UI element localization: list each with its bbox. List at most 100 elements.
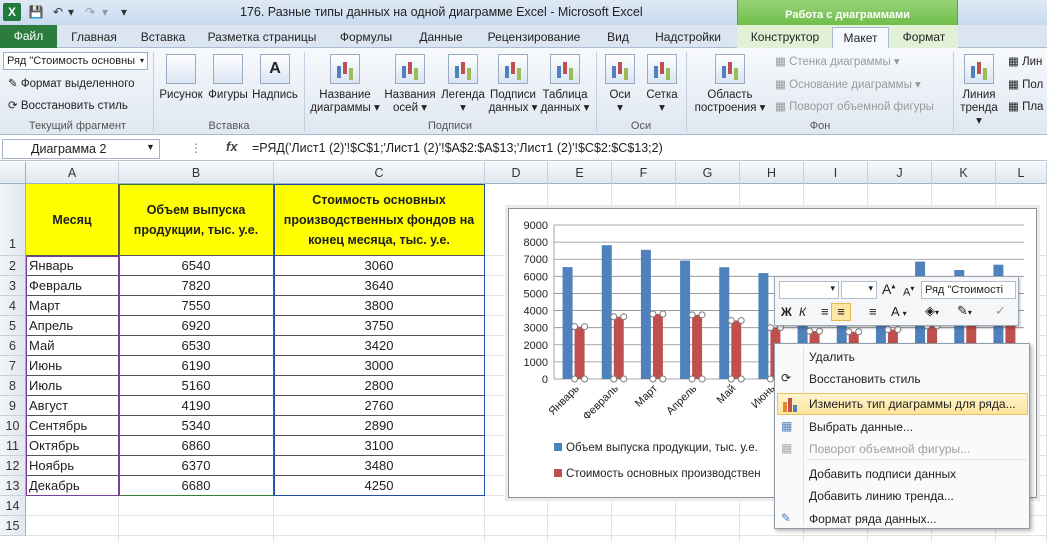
table-cell[interactable]: 6540 (119, 256, 274, 276)
data-table-button[interactable]: Таблица данных ▾ (538, 54, 592, 115)
outline-color-icon[interactable]: ✎▾ (957, 303, 972, 319)
table-cell[interactable]: Май (26, 336, 119, 356)
table-cell[interactable]: 7820 (119, 276, 274, 296)
menu-item-select-data[interactable]: Выбрать данные... (809, 420, 913, 434)
axes-button[interactable]: Оси ▾ (600, 54, 640, 115)
tab-formulas[interactable]: Формулы (330, 27, 402, 48)
chart-element-select[interactable]: Ряд "Стоимості (921, 281, 1016, 299)
fill-color-icon[interactable]: ◈▾ (925, 303, 939, 319)
table-cell[interactable]: 6190 (119, 356, 274, 376)
menu-item-format-data-series[interactable]: Формат ряда данных... (809, 512, 937, 526)
bar-series-1[interactable] (719, 267, 730, 379)
table-cell[interactable]: Январь (26, 256, 119, 276)
tab-file[interactable]: Файл (0, 25, 57, 48)
table-cell[interactable]: Сентябрь (26, 416, 119, 436)
bar-series-1[interactable] (601, 245, 612, 379)
textbox-button[interactable]: A Надпись (250, 54, 300, 102)
column-header[interactable]: L (996, 162, 1047, 184)
table-cell[interactable]: 6860 (119, 436, 274, 456)
menu-item-change-series-chart-type[interactable]: Изменить тип диаграммы для ряда... (809, 397, 1016, 411)
chart-title-button[interactable]: Название диаграммы ▾ (308, 54, 382, 115)
table-cell[interactable]: 3420 (274, 336, 485, 356)
column-header[interactable]: D (485, 162, 548, 184)
grow-font-button[interactable]: A▴ (882, 281, 895, 297)
table-cell[interactable]: 5340 (119, 416, 274, 436)
undo-dropdown-icon[interactable]: ▾ (63, 4, 79, 20)
header-output-volume[interactable]: Объем выпуска продукции, тыс. у.е. (119, 184, 274, 256)
plot-area-button[interactable]: Область построения ▾ (690, 54, 770, 115)
table-cell[interactable]: 2800 (274, 376, 485, 396)
table-cell[interactable]: Апрель (26, 316, 119, 336)
table-cell[interactable]: 3750 (274, 316, 485, 336)
column-header[interactable]: B (119, 162, 274, 184)
table-cell[interactable]: 4190 (119, 396, 274, 416)
tab-design[interactable]: Конструктор (742, 27, 828, 48)
table-cell[interactable]: 6680 (119, 476, 274, 496)
row-header[interactable]: 12 (0, 456, 26, 476)
row-header[interactable]: 5 (0, 316, 26, 336)
menu-item-delete[interactable]: Удалить (809, 350, 855, 364)
bar-series-1[interactable] (640, 249, 651, 379)
table-cell[interactable]: Октябрь (26, 436, 119, 456)
column-header[interactable]: C (274, 162, 485, 184)
tab-home[interactable]: Главная (63, 27, 125, 48)
row-header[interactable]: 11 (0, 436, 26, 456)
table-cell[interactable]: Август (26, 396, 119, 416)
picture-button[interactable]: Рисунок (158, 54, 204, 102)
row-header[interactable]: 9 (0, 396, 26, 416)
header-fixed-assets-cost[interactable]: Стоимость основных производственных фонд… (274, 184, 485, 256)
table-cell[interactable]: 3800 (274, 296, 485, 316)
chart-wall-button[interactable]: ▦ Стенка диаграммы ▾ (775, 54, 900, 68)
table-cell[interactable]: Ноябрь (26, 456, 119, 476)
tab-addins[interactable]: Надстройки (646, 27, 730, 48)
font-color-button[interactable]: A ▾ (891, 304, 907, 319)
table-cell[interactable]: Декабрь (26, 476, 119, 496)
bold-button[interactable]: Ж (781, 305, 792, 319)
row-header[interactable]: 15 (0, 516, 26, 536)
column-header[interactable]: J (868, 162, 932, 184)
table-cell[interactable]: 3060 (274, 256, 485, 276)
chevron-down-icon[interactable]: ▼ (146, 142, 155, 152)
bar-series-1[interactable] (680, 260, 691, 379)
bar-series-2[interactable] (574, 326, 585, 379)
redo-icon[interactable]: ↷ (82, 4, 98, 20)
row-header[interactable]: 3 (0, 276, 26, 296)
menu-item-add-data-labels[interactable]: Добавить подписи данных (809, 467, 956, 481)
formula-input[interactable]: =РЯД('Лист1 (2)'!$C$1;'Лист1 (2)'!$A$2:$… (252, 141, 663, 155)
tab-data[interactable]: Данные (408, 27, 474, 48)
table-cell[interactable]: 4250 (274, 476, 485, 496)
menu-item-reset-style[interactable]: Восстановить стиль (809, 372, 921, 386)
row-header[interactable]: 8 (0, 376, 26, 396)
tab-format[interactable]: Формат (893, 27, 955, 48)
table-cell[interactable]: 6920 (119, 316, 274, 336)
bar-series-2[interactable] (652, 313, 663, 379)
menu-item-3d-rotation[interactable]: Поворот объемной фигуры... (809, 442, 970, 456)
chart-elements-select[interactable]: Ряд "Стоимость основны (3, 52, 148, 70)
customize-qat-icon[interactable]: ▾ (116, 4, 132, 20)
table-cell[interactable]: Июнь (26, 356, 119, 376)
table-cell[interactable]: Март (26, 296, 119, 316)
data-labels-button[interactable]: Подписи данных ▾ (487, 54, 539, 115)
row-header[interactable]: 10 (0, 416, 26, 436)
table-cell[interactable]: 6370 (119, 456, 274, 476)
italic-button[interactable]: К (799, 305, 806, 319)
redo-dropdown-icon[interactable]: ▾ (97, 4, 113, 20)
font-size-select[interactable]: ▾ (841, 281, 877, 299)
row-header[interactable]: 2 (0, 256, 26, 276)
row-header[interactable]: 1 (0, 184, 26, 256)
column-header[interactable]: G (676, 162, 740, 184)
row-header[interactable]: 13 (0, 476, 26, 496)
row-header[interactable]: 6 (0, 336, 26, 356)
table-cell[interactable]: Февраль (26, 276, 119, 296)
align-center-icon[interactable]: ≡ (831, 303, 851, 321)
column-header[interactable]: I (804, 162, 868, 184)
save-icon[interactable]: 💾 (28, 4, 44, 20)
row-header[interactable]: 7 (0, 356, 26, 376)
table-cell[interactable]: Июль (26, 376, 119, 396)
column-header[interactable]: A (26, 162, 119, 184)
bar-series-1[interactable] (562, 267, 573, 379)
font-name-select[interactable]: ▾ (779, 281, 839, 299)
3d-rotation-button[interactable]: ▦ Поворот объемной фигуры (775, 99, 934, 113)
tab-layout[interactable]: Макет (832, 27, 889, 49)
column-header[interactable]: E (548, 162, 612, 184)
